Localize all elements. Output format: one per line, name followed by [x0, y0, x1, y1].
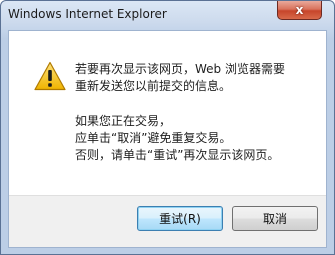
- message-line-4: 应单击“取消”避免重复交易。: [75, 131, 232, 145]
- message-line-1: 若要再次显示该网页，Web 浏览器需要: [75, 62, 285, 76]
- close-icon: x: [295, 3, 304, 17]
- message-line-2: 重新发送您以前提交的信息。: [75, 79, 232, 93]
- dialog-body: 若要再次显示该网页，Web 浏览器需要 重新发送您以前提交的信息。 如果您正在交…: [8, 30, 327, 248]
- message-line-5: 否则，请单击“重试”再次显示该网页。: [75, 148, 280, 162]
- dialog-window: Windows Internet Explorer x 若要再次显示该网页，We…: [0, 0, 335, 255]
- title-bar[interactable]: Windows Internet Explorer x: [1, 1, 334, 30]
- message-line-3: 如果您正在交易，: [75, 114, 172, 128]
- close-button[interactable]: x: [277, 1, 322, 20]
- retry-button[interactable]: 重试(R): [137, 206, 223, 231]
- window-title: Windows Internet Explorer: [8, 7, 167, 21]
- cancel-button[interactable]: 取消: [232, 206, 318, 231]
- warning-icon: [34, 61, 66, 91]
